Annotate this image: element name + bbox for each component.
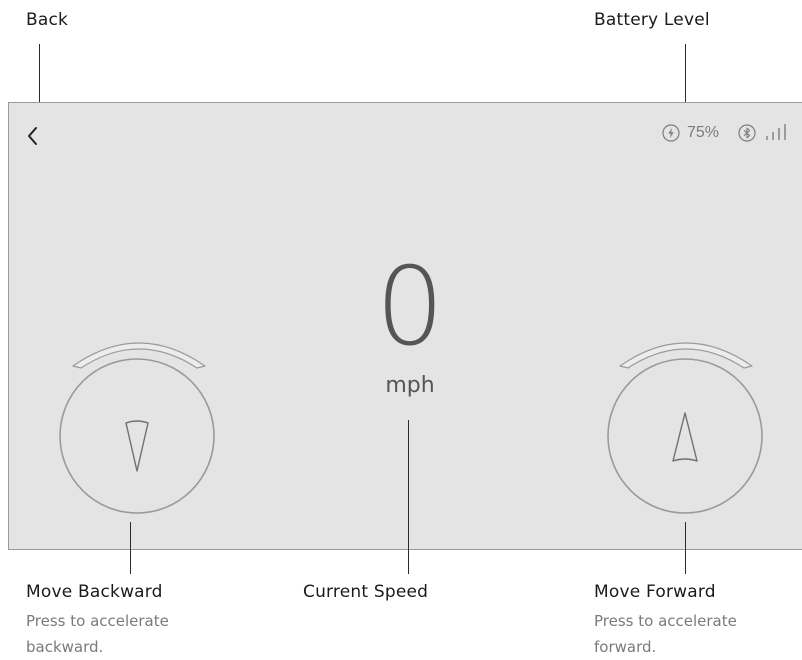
speed-leader-line: [408, 420, 409, 574]
signal-bars-icon: [766, 124, 786, 140]
battery-percent: 75%: [686, 124, 719, 141]
backward-dial: [59, 358, 215, 514]
forward-speed-arc: [619, 342, 753, 369]
move-backward-button[interactable]: [49, 328, 229, 523]
arrow-up-icon: [672, 412, 698, 462]
forward-annotation-description: Press to accelerate forward.: [594, 612, 737, 656]
arrow-down-icon: [125, 420, 149, 472]
backward-annotation-description: Press to accelerate backward.: [26, 612, 169, 656]
backward-leader-line: [130, 522, 131, 574]
move-forward-button[interactable]: [596, 328, 776, 523]
back-annotation-title: Back: [26, 10, 69, 30]
bluetooth-icon: [738, 124, 756, 142]
forward-leader-line: [685, 522, 686, 574]
forward-dial: [607, 358, 763, 514]
forward-annotation-title: Move Forward: [594, 582, 716, 602]
backward-speed-arc: [72, 342, 206, 369]
backward-annotation-title: Move Backward: [26, 582, 163, 602]
charging-bolt-icon: [662, 124, 680, 142]
speed-annotation-title: Current Speed: [303, 582, 429, 602]
battery-annotation-title: Battery Level: [594, 10, 710, 30]
chevron-left-icon: [28, 127, 37, 145]
status-bar: 75%: [661, 121, 789, 145]
drive-screen: 75% 0 mph: [8, 102, 802, 550]
back-button[interactable]: [23, 123, 43, 149]
